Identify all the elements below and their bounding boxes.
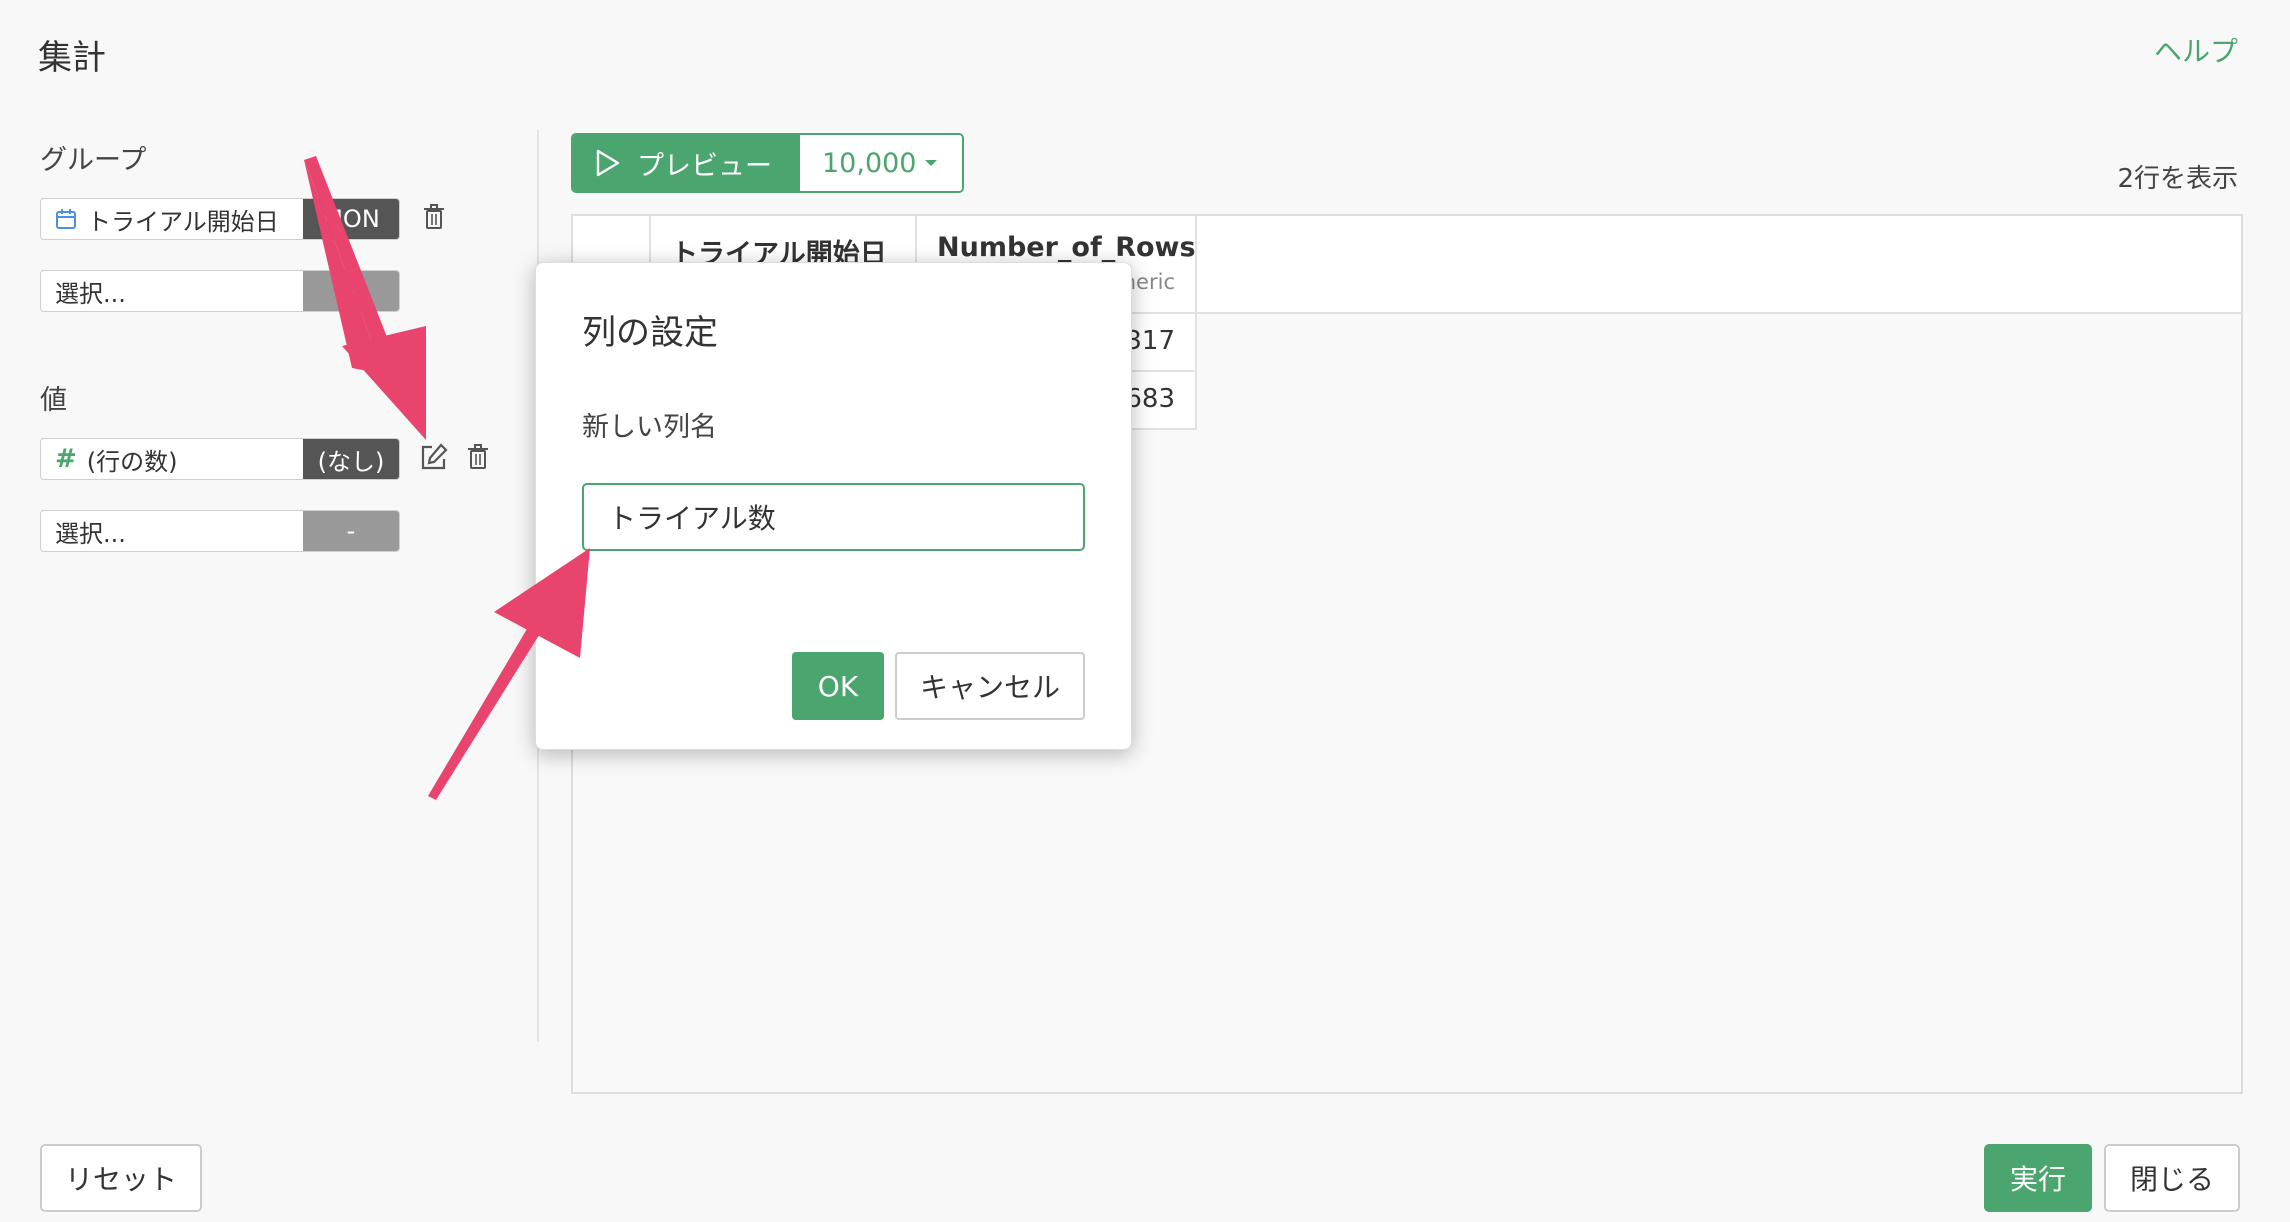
reset-button[interactable]: リセット	[40, 1144, 202, 1212]
row-count-text: 2行を表示	[2117, 164, 2238, 194]
group-select-dropdown[interactable]: 選択... -	[40, 270, 400, 312]
group-item-pill[interactable]: トライアル開始日 MON	[40, 198, 400, 240]
group-section-label: グループ	[40, 145, 147, 176]
preview-rows-value: 10,000	[822, 147, 917, 179]
value-item-name: (行の数)	[86, 447, 178, 476]
column-name: Number_of_Rows	[937, 232, 1196, 263]
group-select-tag[interactable]: -	[303, 271, 399, 311]
column-settings-dialog: 列の設定 新しい列名 OK キャンセル	[535, 262, 1132, 750]
new-column-name-input[interactable]	[582, 483, 1085, 551]
value-select-tag[interactable]: -	[303, 511, 399, 551]
value-select-input[interactable]: 選択...	[41, 511, 303, 551]
value-item-pill[interactable]: # (行の数) (なし)	[40, 438, 400, 480]
preview-rows-select[interactable]: 10,000	[800, 135, 963, 191]
cancel-button[interactable]: キャンセル	[895, 652, 1085, 720]
preview-control-group: プレビュー 10,000	[571, 133, 965, 193]
ok-button[interactable]: OK	[792, 652, 884, 720]
close-button[interactable]: 閉じる	[2104, 1144, 2240, 1212]
group-item-name-field[interactable]: トライアル開始日	[41, 199, 303, 239]
run-button[interactable]: 実行	[1984, 1144, 2092, 1212]
play-icon	[595, 149, 621, 177]
page-title: 集計	[38, 38, 106, 78]
group-select-input[interactable]: 選択...	[41, 271, 303, 311]
value-item-name-field[interactable]: # (行の数)	[41, 439, 303, 479]
caret-down-icon	[924, 158, 938, 168]
dialog-title: 列の設定	[582, 313, 718, 353]
trash-icon[interactable]	[417, 200, 451, 234]
calendar-icon	[55, 208, 77, 230]
value-item-agg-tag[interactable]: (なし)	[303, 439, 399, 479]
value-select-dropdown[interactable]: 選択... -	[40, 510, 400, 552]
group-item-unit-tag[interactable]: MON	[303, 199, 399, 239]
help-link[interactable]: ヘルプ	[2154, 30, 2238, 70]
preview-button[interactable]: プレビュー	[573, 135, 800, 191]
preview-button-label: プレビュー	[637, 150, 772, 182]
trash-icon[interactable]	[461, 440, 495, 474]
edit-icon[interactable]	[417, 440, 451, 474]
new-column-name-label: 新しい列名	[582, 412, 717, 443]
hash-icon: #	[55, 444, 77, 474]
value-section-label: 値	[40, 385, 67, 416]
group-item-name: トライアル開始日	[87, 207, 279, 236]
grid-header-filler	[1197, 216, 2241, 314]
